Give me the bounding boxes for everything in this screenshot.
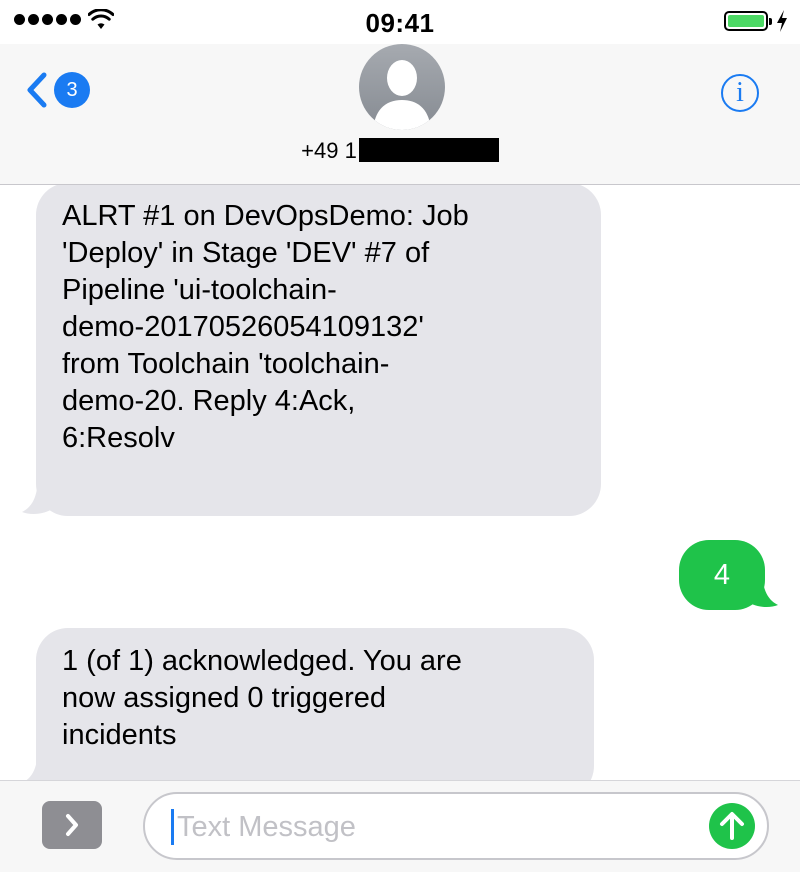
arrow-up-icon <box>720 812 744 840</box>
message-line: 6:Resolv <box>62 422 175 454</box>
send-button[interactable] <box>709 803 755 849</box>
message-text: 4 <box>713 559 731 591</box>
back-button[interactable]: 3 <box>26 72 90 108</box>
status-time: 09:41 <box>365 8 435 38</box>
redaction-bar <box>358 138 499 162</box>
info-button[interactable]: i <box>721 74 759 112</box>
message-line: demo-20170526054109132' <box>62 311 424 343</box>
chevron-right-icon <box>66 814 78 836</box>
message-input[interactable]: Text Message <box>143 792 769 860</box>
message-line: Pipeline 'ui-toolchain- <box>62 274 337 306</box>
person-silhouette-icon <box>373 60 431 130</box>
info-icon: i <box>736 77 744 108</box>
composer-bar: Text Message <box>0 780 800 872</box>
message-thread[interactable]: ALRT #1 on DevOpsDemo: Job 'Deploy' in S… <box>0 185 800 780</box>
unread-badge: 3 <box>54 72 90 108</box>
chevron-left-icon <box>27 72 47 108</box>
incoming-message-bubble[interactable]: 1 (of 1) acknowledged. You are now assig… <box>36 628 594 780</box>
charging-bolt-icon <box>777 10 787 32</box>
contact-avatar[interactable] <box>359 44 445 130</box>
message-input-placeholder: Text Message <box>177 811 356 843</box>
conversation-header: 3 +49 1 i <box>0 44 800 185</box>
battery-icon <box>724 11 772 31</box>
incoming-message-bubble[interactable]: ALRT #1 on DevOpsDemo: Job 'Deploy' in S… <box>36 185 601 516</box>
apps-button[interactable] <box>42 801 102 849</box>
text-cursor <box>171 809 174 845</box>
message-line: demo-20. Reply 4:Ack, <box>62 385 356 417</box>
message-line: from Toolchain 'toolchain- <box>62 348 390 380</box>
message-line: ALRT #1 on DevOpsDemo: Job <box>62 200 469 232</box>
message-line: 'Deploy' in Stage 'DEV' #7 of <box>62 237 430 269</box>
contact-name[interactable]: +49 1 <box>0 138 800 164</box>
contact-number: +49 1 <box>301 138 357 163</box>
outgoing-message-bubble[interactable]: 4 <box>679 540 765 610</box>
message-line: now assigned 0 triggered <box>62 682 387 714</box>
message-line: incidents <box>62 719 177 751</box>
message-line: 1 (of 1) acknowledged. You are <box>62 645 462 677</box>
status-bar: 09:41 <box>0 0 800 44</box>
